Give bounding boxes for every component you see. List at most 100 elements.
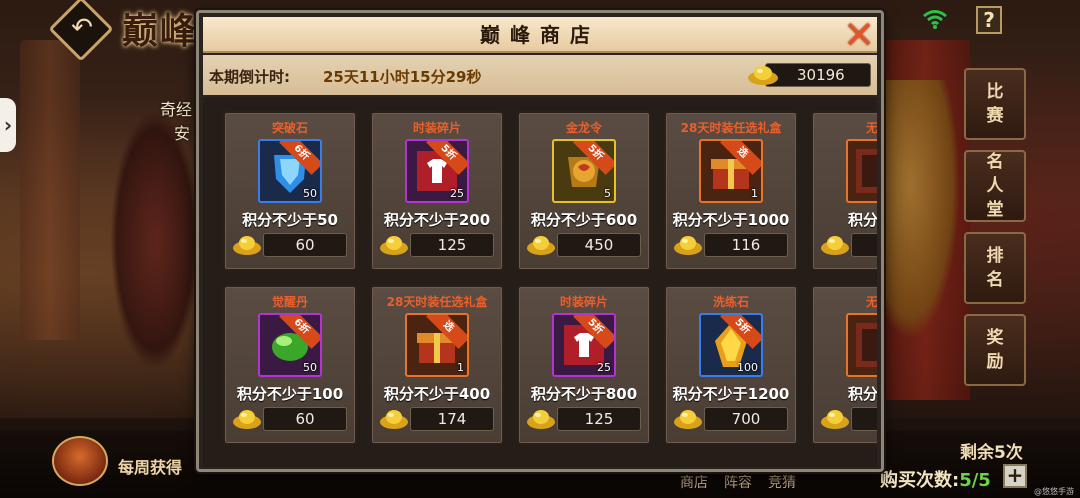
- shop-item-card[interactable]: 洗练石 5折 100 积分不少于1200 700: [664, 285, 798, 445]
- item-quantity: 25: [450, 187, 464, 200]
- side-button-reward[interactable]: 奖励: [964, 314, 1026, 386]
- gold-ingot-icon: [674, 236, 702, 255]
- item-quantity: 5: [604, 187, 611, 200]
- item-requirement: 积分不少: [847, 211, 877, 229]
- bottom-tabs: 商店 阵容 竞猜: [680, 472, 796, 492]
- scene-side-text-line2: 安: [174, 124, 191, 143]
- golden-dragon-token-icon[interactable]: 5折 5: [552, 139, 616, 203]
- buy-count-value: 5/5: [959, 470, 991, 491]
- item-requirement: 积分不少于1200: [672, 385, 790, 403]
- item-name: 洗练石: [712, 295, 749, 309]
- shop-item-card[interactable]: 时装碎片 5折 25 积分不少于800 125: [517, 285, 651, 445]
- scene-side-text-line1: 奇经: [160, 100, 193, 119]
- item-requirement: 积分不少: [847, 385, 877, 403]
- watermark: @悠悠手游网: [1034, 487, 1074, 496]
- scene-title: 巅峰: [122, 10, 199, 52]
- gold-ingot-icon: [233, 236, 261, 255]
- buy-count-label: 购买次数:: [880, 470, 960, 491]
- price-box: [851, 233, 877, 257]
- weekly-reward-text: 每周获得: [118, 458, 183, 477]
- item-requirement: 积分不少于800: [530, 385, 638, 403]
- wifi-icon: [923, 10, 947, 29]
- refining-stone-icon[interactable]: 5折 100: [699, 313, 763, 377]
- scene-side-text: 奇经 安: [160, 98, 192, 146]
- item-requirement: 积分不少于600: [530, 211, 638, 229]
- item-name: 时装碎片: [559, 295, 608, 309]
- item-price: 116: [731, 236, 761, 254]
- item-price: 60: [295, 236, 315, 254]
- side-button-hall-of-fame[interactable]: 名人堂: [964, 150, 1026, 222]
- shop-item-card[interactable]: 突破石 6折 50 积分不少于50 60: [223, 111, 357, 271]
- countdown-label: 本期倒计时:: [209, 68, 290, 86]
- shop-item-card[interactable]: 无双积分不少: [811, 285, 877, 445]
- item-requirement: 积分不少于1000: [672, 211, 790, 229]
- gold-ingot-icon: [674, 410, 702, 429]
- breakthrough-stone-icon[interactable]: 6折 50: [258, 139, 322, 203]
- gold-ingot-icon: [748, 66, 778, 85]
- item-price: 125: [584, 410, 614, 428]
- tab-lineup[interactable]: 阵容: [724, 472, 752, 492]
- gold-ingot-icon: [380, 410, 408, 429]
- awakening-pill-icon[interactable]: 6折 50: [258, 313, 322, 377]
- gold-ingot-icon: [380, 236, 408, 255]
- costume-fragment-icon[interactable]: 5折 25: [405, 139, 469, 203]
- item-requirement: 积分不少于400: [383, 385, 491, 403]
- back-arrow-icon: ↶: [71, 13, 93, 43]
- gold-ingot-icon: [527, 236, 555, 255]
- item-quantity: 25: [597, 361, 611, 374]
- gold-ingot-icon: [527, 410, 555, 429]
- gold-ingot-icon: [821, 410, 849, 429]
- side-expand-tab[interactable]: ›: [0, 98, 16, 152]
- item-quantity: 50: [303, 187, 317, 200]
- info-bar: 本期倒计时: 25天11小时15分29秒 30196: [203, 55, 877, 95]
- close-button[interactable]: ✕: [839, 16, 879, 55]
- item-name: 无双: [865, 121, 877, 135]
- item-name: 无双: [865, 295, 877, 309]
- side-button-match[interactable]: 比赛: [964, 68, 1026, 140]
- item-name: 时装碎片: [412, 121, 461, 135]
- side-button-ranking[interactable]: 排名: [964, 232, 1026, 304]
- item-price: 700: [731, 410, 761, 428]
- item-name: 觉醒丹: [271, 295, 308, 309]
- price-box: [851, 407, 877, 431]
- item-quantity: 100: [737, 361, 758, 374]
- shop-item-card[interactable]: 无双积分不少: [811, 111, 877, 271]
- help-button[interactable]: ?: [976, 6, 1002, 34]
- shop-item-card[interactable]: 28天时装任选礼盒选 1 积分不少于400 174: [370, 285, 504, 445]
- item-name: 28天时装任选礼盒: [680, 121, 782, 135]
- fragment-icon[interactable]: [846, 139, 877, 203]
- currency-value: 30196: [797, 66, 845, 84]
- item-name: 金龙令: [565, 121, 602, 135]
- item-requirement: 积分不少于50: [242, 211, 338, 229]
- item-requirement: 积分不少于200: [383, 211, 491, 229]
- gift-box-icon[interactable]: 选1: [699, 139, 763, 203]
- buy-count: 购买次数:5/5: [880, 466, 991, 492]
- add-buy-count-button[interactable]: +: [1003, 464, 1027, 488]
- modal-header: 巅峰商店 ✕: [203, 16, 879, 55]
- item-name: 28天时装任选礼盒: [386, 295, 488, 309]
- shop-item-card[interactable]: 时装碎片 5折 25 积分不少于200 125: [370, 111, 504, 271]
- remaining-count: 剩余5次: [960, 443, 1023, 463]
- tab-shop[interactable]: 商店: [680, 472, 708, 492]
- item-price: 60: [295, 410, 315, 428]
- item-price: 450: [584, 236, 614, 254]
- item-requirement: 积分不少于100: [236, 385, 344, 403]
- shop-item-card[interactable]: 金龙令 5折 5 积分不少于600 450: [517, 111, 651, 271]
- treasure-chest-icon[interactable]: [52, 436, 108, 486]
- gold-ingot-icon: [821, 236, 849, 255]
- tab-bet[interactable]: 竞猜: [768, 472, 796, 492]
- costume-fragment-icon[interactable]: 5折 25: [552, 313, 616, 377]
- fragment-icon[interactable]: [846, 313, 877, 377]
- gold-ingot-icon: [233, 410, 261, 429]
- shop-item-card[interactable]: 28天时装任选礼盒选 1 积分不少于1000 116: [664, 111, 798, 271]
- gift-box-icon[interactable]: 选1: [405, 313, 469, 377]
- item-name: 突破石: [271, 121, 308, 135]
- shop-modal: 巅峰商店 ✕ 本期倒计时: 25天11小时15分29秒 30196 突破石 6折 5…: [196, 10, 884, 472]
- item-quantity: 1: [751, 187, 758, 200]
- item-price: 125: [437, 236, 467, 254]
- item-price: 174: [437, 410, 467, 428]
- modal-title: 巅峰商店: [480, 23, 600, 47]
- item-grid: 突破石 6折 50 积分不少于50 60 时装碎片 5折 25 积分不少于200 125 金龙令 5折…: [203, 97, 877, 467]
- countdown-value: 25天11小时15分29秒: [323, 68, 482, 86]
- shop-item-card[interactable]: 觉醒丹 6折 50 积分不少于100 60: [223, 285, 357, 445]
